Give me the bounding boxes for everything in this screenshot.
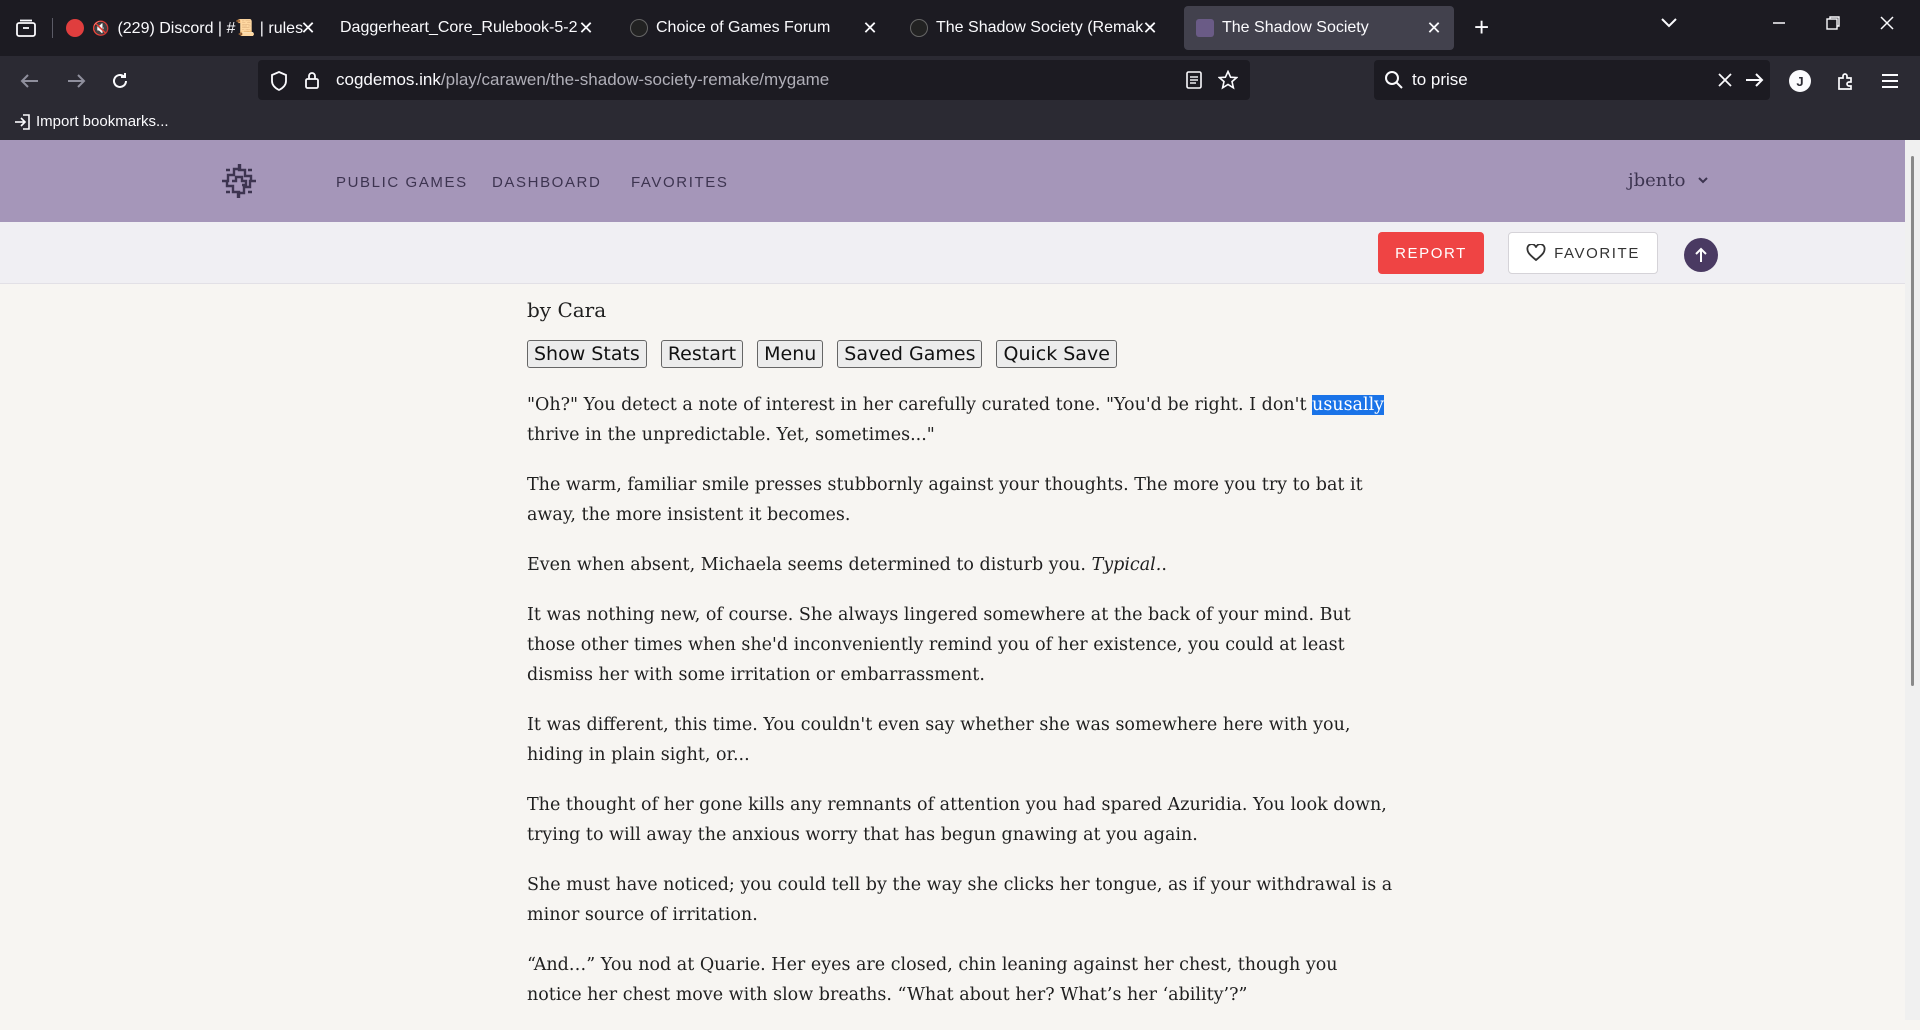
url-text[interactable]: cogdemos.ink/play/carawen/the-shadow-soc… [336,70,829,90]
muted-audio-icon[interactable]: 🔇 [92,20,109,37]
show-stats-button[interactable]: Show Stats [527,340,647,368]
restore-icon[interactable] [1826,14,1840,35]
tracking-protection-shield-icon[interactable] [270,71,288,91]
favorite-label: FAVORITE [1554,244,1640,262]
p3-italic: Typical. [1091,555,1162,575]
tab-title: The Shadow Society [1222,19,1369,36]
tab-shadow-society-active[interactable]: The Shadow Society ✕ [1184,6,1454,50]
story-paragraph: The warm, familiar smile presses stubbor… [527,475,1363,525]
story-paragraph: It was different, this time. You couldn'… [527,715,1351,765]
account-avatar-icon[interactable]: J [1786,67,1814,95]
author-byline: by Cara [527,298,607,322]
clear-search-icon[interactable] [1718,73,1732,87]
back-arrow-icon[interactable] [16,67,44,95]
username: jbento [1628,170,1686,191]
cogdemos-favicon-icon [1196,19,1214,37]
game-action-bar: REPORT FAVORITE [0,222,1905,284]
p3-text: Even when absent, Michaela seems determi… [527,555,1092,575]
url-path: /play/carawen/the-shadow-society-remake/… [440,70,830,89]
page-scrollbar[interactable] [1905,140,1920,1020]
site-header: PUBLIC GAMES DASHBOARD FAVORITES jbento [0,140,1905,222]
tab-title: (229) Discord | #📜 | rules [117,20,304,37]
heart-icon [1526,244,1546,262]
quick-save-button[interactable]: Quick Save [996,340,1117,368]
bookmark-star-icon[interactable] [1218,70,1238,90]
forward-arrow-icon[interactable] [62,67,90,95]
close-tab-icon[interactable]: ✕ [296,16,320,40]
import-icon [15,113,30,130]
lock-icon[interactable] [304,71,320,89]
url-bar[interactable]: cogdemos.ink/play/carawen/the-shadow-soc… [258,60,1250,100]
game-button-row: Show Stats Restart Menu Saved Games Quic… [527,340,1397,368]
game-content: by Cara Show Stats Restart Menu Saved Ga… [527,298,1397,1030]
tab-overview-icon[interactable] [10,12,42,44]
search-go-arrow-icon[interactable] [1744,72,1764,88]
user-menu[interactable]: jbento [1628,170,1709,191]
search-icon [1385,71,1403,89]
close-tab-icon[interactable]: ✕ [1422,16,1446,40]
discord-favicon-icon [66,19,84,37]
tab-separator [52,18,53,38]
story-paragraph: Even when absent, Michaela seems determi… [527,550,1397,580]
story-paragraph: “And…” You nod at Quarie. Her eyes are c… [527,955,1338,1005]
tab-shadow-society-remake[interactable]: The Shadow Society (Remake) (\ ✕ [910,6,1170,50]
url-host: cogdemos.ink [336,70,441,89]
import-bookmarks-link[interactable]: Import bookmarks... [14,113,169,130]
tab-choice-of-games-forum[interactable]: Choice of Games Forum ✕ [630,6,890,50]
close-tab-icon[interactable]: ✕ [858,16,882,40]
nav-dashboard[interactable]: DASHBOARD [492,174,601,191]
list-all-tabs-icon[interactable] [1660,16,1678,34]
tab-title: The Shadow Society (Remake) (\ [936,19,1144,36]
story-paragraph: "Oh?" You detect a note of interest in h… [527,390,1397,450]
forum-favicon-icon [910,19,928,37]
close-window-icon[interactable] [1880,14,1894,35]
close-tab-icon[interactable]: ✕ [1138,16,1162,40]
scroll-to-top-button[interactable] [1684,238,1718,272]
story-paragraph: The thought of her gone kills any remnan… [527,795,1387,845]
nav-favorites[interactable]: FAVORITES [631,174,728,191]
tab-discord[interactable]: 🔇 (229) Discord | #📜 | rules ✕ [66,6,328,50]
tab-daggerheart[interactable]: Daggerheart_Core_Rulebook-5-20-2 ✕ [340,6,606,50]
search-bar[interactable]: to prise [1374,60,1770,100]
p1-text-end: thrive in the unpredictable. Yet, someti… [527,425,935,445]
restart-button[interactable]: Restart [660,340,744,368]
arrow-up-icon [1695,247,1707,262]
p3-text-end: . [1161,555,1167,575]
cogdemos-logo-icon[interactable] [218,160,260,202]
nav-public-games[interactable]: PUBLIC GAMES [336,174,468,191]
story-paragraph: She must have noticed; you could tell by… [527,875,1393,925]
new-tab-icon[interactable]: + [1474,14,1489,40]
p1-text: "Oh?" You detect a note of interest in h… [527,395,1313,415]
extensions-puzzle-icon[interactable] [1832,67,1860,95]
search-input[interactable]: to prise [1412,70,1468,90]
favorite-button[interactable]: FAVORITE [1508,232,1658,274]
menu-button[interactable]: Menu [757,340,824,368]
story-paragraph: It was nothing new, of course. She alway… [527,605,1351,685]
close-tab-icon[interactable]: ✕ [574,16,598,40]
chevron-down-icon [1698,177,1708,184]
import-bookmarks-label: Import bookmarks... [36,113,169,130]
scrollbar-thumb[interactable] [1911,156,1914,686]
browser-tab-bar: 🔇 (229) Discord | #📜 | rules ✕ Daggerhea… [0,0,1920,56]
minimize-icon[interactable] [1772,14,1786,35]
hamburger-menu-icon[interactable] [1876,67,1904,95]
tab-title: Daggerheart_Core_Rulebook-5-20-2 [340,19,578,36]
forum-favicon-icon [630,19,648,37]
browser-toolbar: cogdemos.ink/play/carawen/the-shadow-soc… [0,56,1920,106]
profile-initial: J [1789,70,1811,92]
reload-icon[interactable] [106,67,134,95]
reader-view-icon[interactable] [1186,71,1202,89]
selected-text-highlight: ususally [1312,395,1385,415]
report-button[interactable]: REPORT [1378,232,1484,274]
bookmarks-toolbar: Import bookmarks... [0,106,1920,140]
tab-title: Choice of Games Forum [656,19,831,36]
saved-games-button[interactable]: Saved Games [837,340,983,368]
